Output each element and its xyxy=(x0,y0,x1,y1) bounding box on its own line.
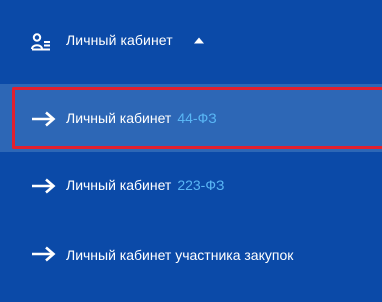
menu-item-cabinet-223fz[interactable]: Личный кабинет 223-ФЗ xyxy=(0,152,382,216)
personal-cabinet-toggle[interactable]: Личный кабинет xyxy=(0,0,382,82)
personal-cabinet-menu: Личный кабинет Личный кабинет 44-ФЗ Личны… xyxy=(0,0,382,302)
menu-item-label: Личный кабинет 44-ФЗ xyxy=(66,110,217,126)
menu-item-cabinet-44fz[interactable]: Личный кабинет 44-ФЗ xyxy=(0,84,382,152)
caret-up-icon xyxy=(194,37,204,44)
menu-item-cabinet-participant[interactable]: Личный кабинет участника закупок xyxy=(0,218,382,302)
arrow-right-icon xyxy=(32,246,56,262)
header-label: Личный кабинет xyxy=(66,32,173,48)
arrow-right-icon xyxy=(32,178,56,194)
menu-item-text: Личный кабинет xyxy=(66,110,172,126)
menu-item-suffix: 44-ФЗ xyxy=(177,110,217,126)
menu-item-label: Личный кабинет 223-ФЗ xyxy=(66,177,224,193)
menu-item-label: Личный кабинет участника закупок xyxy=(66,247,294,263)
arrow-right-icon xyxy=(32,111,56,127)
menu-item-suffix: 223-ФЗ xyxy=(177,177,225,193)
user-list-icon xyxy=(31,33,50,51)
menu-item-text: Личный кабинет xyxy=(66,177,172,193)
